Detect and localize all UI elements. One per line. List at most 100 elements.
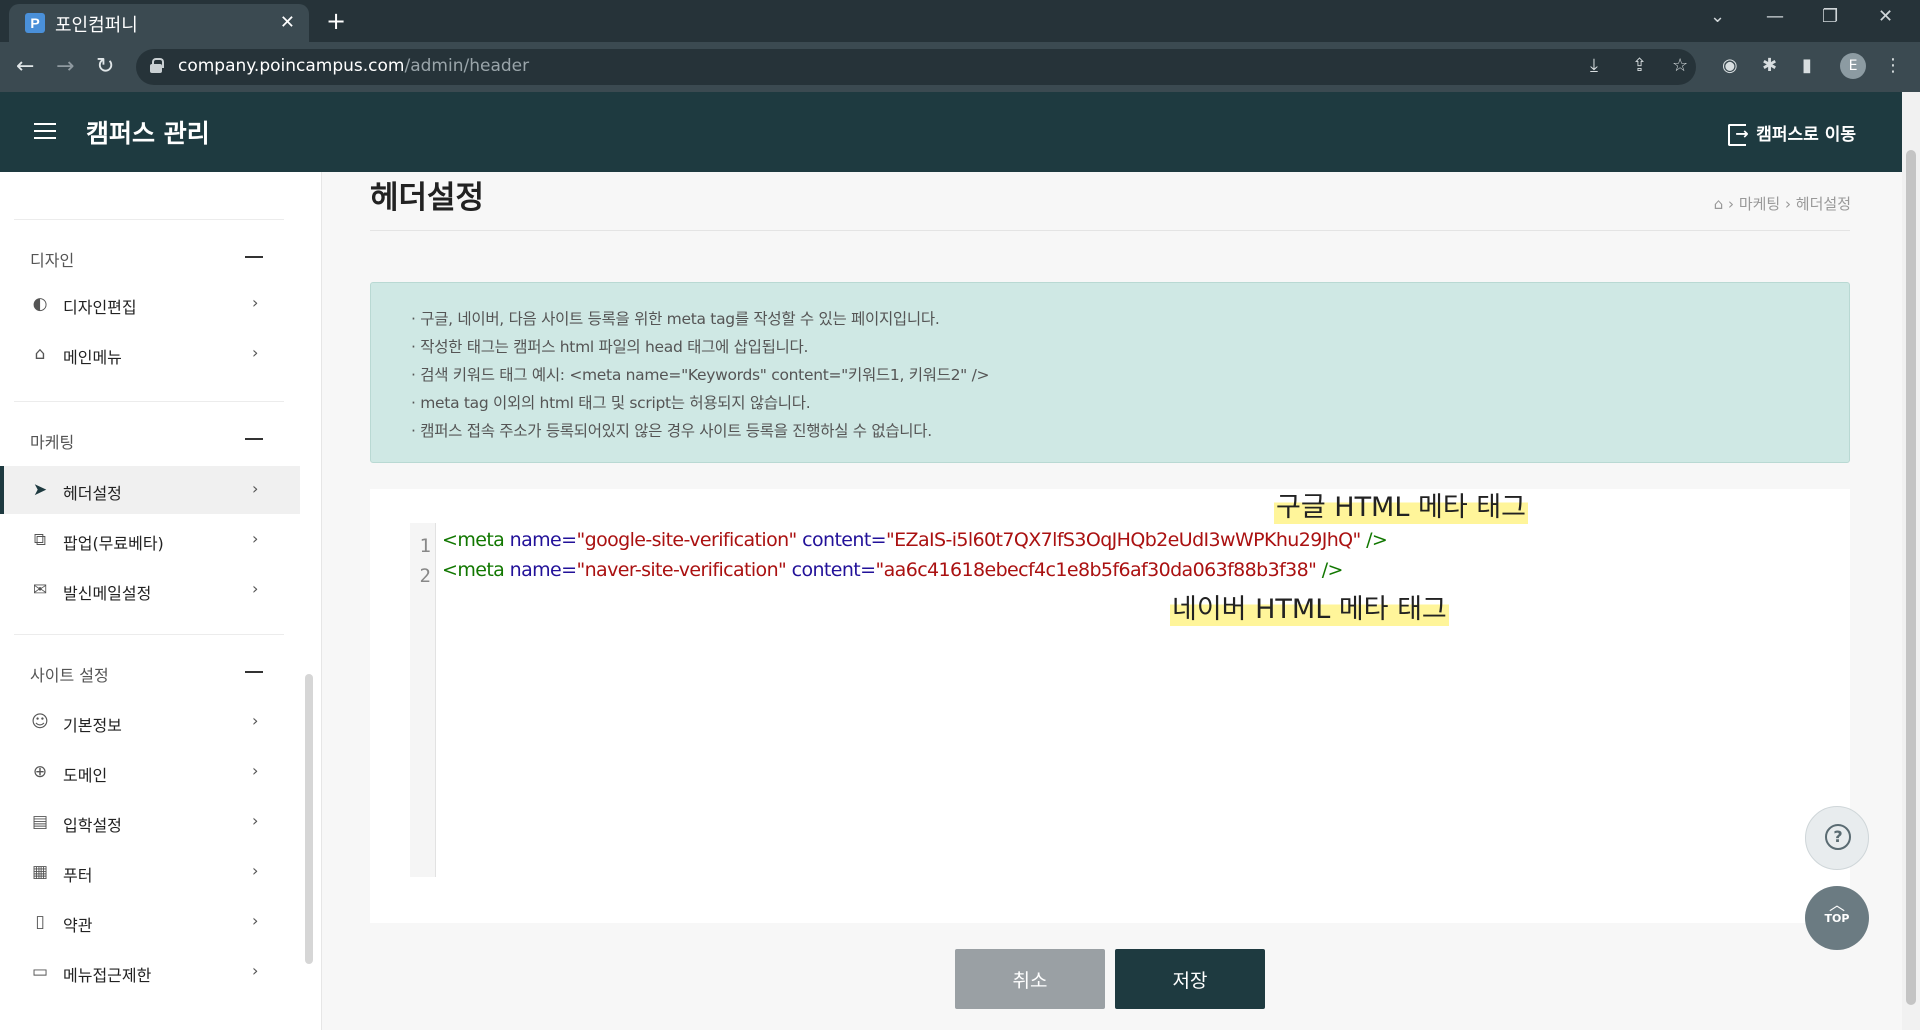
page-scrollbar[interactable] — [1906, 150, 1916, 1005]
notice-line: · 검색 키워드 태그 예시: <meta name="Keywords" co… — [411, 366, 990, 384]
browser-tab[interactable]: P 포인컴퍼니 ✕ — [9, 4, 309, 42]
sidebar-item-admission[interactable]: ▤ 입학설정 › — [0, 798, 300, 846]
breadcrumb-separator: › — [1728, 195, 1739, 213]
home-icon[interactable]: ⌂ — [1714, 195, 1724, 213]
tab-title: 포인컴퍼니 — [55, 15, 138, 36]
sidebar-scrollbar[interactable] — [305, 674, 313, 964]
reload-icon[interactable]: ↻ — [96, 54, 114, 79]
chevron-right-icon: › — [252, 479, 259, 498]
share-icon[interactable]: ⇪ — [1632, 55, 1647, 76]
new-tab-icon[interactable]: + — [326, 7, 346, 35]
close-window-icon[interactable]: ✕ — [1878, 6, 1893, 27]
sidebar-item-design-edit[interactable]: ◐ 디자인편집 › — [0, 280, 300, 328]
app-title: 캠퍼스 관리 — [86, 119, 210, 148]
sidebar-item-main-menu[interactable]: ⌂ 메인메뉴 › — [0, 330, 300, 378]
sidebar-section-site-settings[interactable]: 사이트 설정 — [30, 662, 109, 686]
help-icon: ? — [1825, 824, 1851, 850]
megaphone-icon: ➤ — [32, 480, 48, 500]
users-icon: ☺ — [31, 712, 49, 732]
install-icon[interactable]: ⤓ — [1590, 55, 1598, 76]
line-number: 1 — [419, 535, 431, 557]
sidebar-item-header-settings[interactable]: ➤ 헤더설정 › — [0, 466, 300, 514]
divider — [14, 401, 284, 402]
chevron-right-icon: › — [252, 961, 259, 980]
minimize-icon[interactable]: — — [1766, 6, 1784, 27]
chevron-right-icon: › — [252, 293, 259, 312]
back-icon[interactable]: ← — [16, 54, 34, 79]
code-line[interactable]: <meta name="google-site-verification" co… — [442, 529, 1388, 551]
scroll-top-button[interactable]: ︿ TOP — [1805, 886, 1869, 950]
annotation-google: 구글 HTML 메타 태그 — [1274, 485, 1528, 524]
browser-tab-bar: P 포인컴퍼니 ✕ + ⌄ — ❐ ✕ — [0, 0, 1920, 42]
code-editor[interactable]: 1 2 <meta name="google-site-verification… — [370, 485, 1850, 923]
sidebar-item-popup[interactable]: ⧉ 팝업(무료베타) › — [0, 516, 300, 564]
globe-icon: ⊕ — [32, 762, 48, 782]
notice-line: · 구글, 네이버, 다음 사이트 등록을 위한 meta tag를 작성할 수… — [411, 310, 940, 328]
save-button[interactable]: 저장 — [1115, 949, 1265, 1009]
divider — [14, 219, 284, 220]
url-field[interactable]: company.poincampus.com/admin/header — [136, 49, 1696, 85]
collapse-icon[interactable] — [245, 438, 263, 440]
camera-icon[interactable]: ◉ — [1722, 55, 1738, 76]
sidebar-item-sender-mail[interactable]: ✉ 발신메일설정 › — [0, 566, 300, 614]
app-header: 캠퍼스 관리 캠퍼스로 이동 — [0, 92, 1902, 172]
notice-line: · 캠퍼스 접속 주소가 등록되어있지 않은 경우 사이트 등록을 진행하실 수… — [411, 422, 932, 440]
chevron-right-icon: › — [252, 529, 259, 548]
side-panel-icon[interactable]: ▮ — [1802, 55, 1812, 76]
sidebar-item-label: 푸터 — [63, 866, 93, 885]
collapse-icon[interactable] — [245, 671, 263, 673]
chevron-right-icon: › — [252, 711, 259, 730]
chevron-right-icon: › — [252, 761, 259, 780]
document-icon: ▯ — [35, 912, 45, 932]
extensions-icon[interactable]: ✱ — [1762, 55, 1777, 76]
sidebar-item-label: 메뉴접근제한 — [63, 966, 152, 985]
tag-icon: ⌂ — [34, 344, 46, 364]
sidebar-item-menu-access[interactable]: ▭ 메뉴접근제한 › — [0, 948, 300, 996]
sidebar-item-terms[interactable]: ▯ 약관 › — [0, 898, 300, 946]
forward-icon[interactable]: → — [56, 54, 74, 79]
chevron-right-icon: › — [252, 861, 259, 880]
code-line[interactable]: <meta name="naver-site-verification" con… — [442, 559, 1343, 581]
collapse-icon[interactable] — [245, 256, 263, 258]
sidebar-item-label: 팝업(무료베타) — [63, 534, 164, 553]
hamburger-icon[interactable] — [34, 123, 56, 141]
menu-lock-icon: ▭ — [31, 962, 49, 982]
mail-icon: ✉ — [32, 580, 48, 600]
sidebar-item-label: 기본정보 — [63, 716, 122, 735]
profile-avatar[interactable]: E — [1840, 53, 1866, 79]
form-icon: ▤ — [31, 812, 49, 832]
sidebar-item-footer[interactable]: ▦ 푸터 › — [0, 848, 300, 896]
page-title: 헤더설정 — [370, 180, 485, 216]
footer-icon: ▦ — [31, 862, 49, 882]
sidebar-item-label: 디자인편집 — [63, 298, 137, 317]
cancel-button[interactable]: 취소 — [955, 949, 1105, 1009]
restore-icon[interactable]: ❐ — [1822, 6, 1838, 27]
breadcrumb-separator: › — [1785, 195, 1796, 213]
chevron-up-icon: ︿ — [1828, 895, 1845, 914]
goto-campus-label: 캠퍼스로 이동 — [1756, 125, 1856, 145]
title-divider — [370, 230, 1850, 231]
tab-search-icon[interactable]: ⌄ — [1710, 6, 1725, 27]
sidebar-item-domain[interactable]: ⊕ 도메인 › — [0, 748, 300, 796]
sidebar-item-label: 발신메일설정 — [63, 584, 152, 603]
chevron-right-icon: › — [252, 811, 259, 830]
breadcrumb-marketing[interactable]: 마케팅 — [1739, 195, 1780, 213]
goto-campus-button[interactable]: 캠퍼스로 이동 — [1728, 120, 1856, 146]
chevron-right-icon: › — [252, 579, 259, 598]
notice-line: · meta tag 이외의 html 태그 및 script는 허용되지 않습… — [411, 394, 811, 412]
sidebar-section-marketing[interactable]: 마케팅 — [30, 429, 74, 453]
sidebar-item-label: 약관 — [63, 916, 93, 935]
url-text: company.poincampus.com/admin/header — [178, 56, 530, 76]
star-icon[interactable]: ☆ — [1672, 55, 1688, 76]
sidebar-item-basic-info[interactable]: ☺ 기본정보 › — [0, 698, 300, 746]
help-button[interactable]: ? — [1805, 806, 1869, 870]
close-tab-icon[interactable]: ✕ — [280, 12, 295, 33]
annotation-naver: 네이버 HTML 메타 태그 — [1170, 587, 1449, 626]
sidebar-item-label: 헤더설정 — [63, 484, 122, 503]
sidebar-item-label: 도메인 — [63, 766, 108, 785]
breadcrumb: ⌂ › 마케팅 › 헤더설정 — [1714, 193, 1851, 214]
exit-icon — [1728, 124, 1749, 146]
sidebar-section-design[interactable]: 디자인 — [30, 247, 74, 271]
notice-box: · 구글, 네이버, 다음 사이트 등록을 위한 meta tag를 작성할 수… — [370, 282, 1850, 463]
more-menu-icon[interactable]: ⋮ — [1884, 55, 1902, 76]
